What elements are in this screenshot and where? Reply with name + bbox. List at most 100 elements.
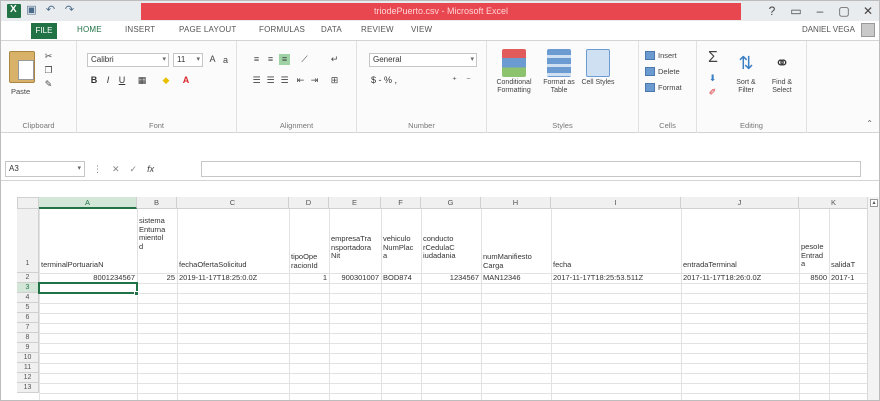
- save-icon[interactable]: ▣: [25, 4, 38, 17]
- row-header-6[interactable]: 6: [17, 313, 39, 323]
- cell-g2[interactable]: 1234567: [423, 274, 479, 283]
- cell-f2[interactable]: BOD874: [383, 274, 419, 283]
- font-name-select[interactable]: Calibri ▾: [87, 53, 169, 67]
- clear-icon[interactable]: ✐: [707, 87, 718, 98]
- font-color-icon[interactable]: A: [181, 75, 191, 85]
- cancel-icon[interactable]: ✕: [112, 161, 120, 177]
- cell-e2[interactable]: 900301007: [331, 274, 379, 283]
- paste-button-label[interactable]: Paste: [11, 87, 30, 96]
- row-header-13[interactable]: 13: [17, 383, 39, 393]
- avatar[interactable]: [861, 23, 875, 37]
- cell-d2[interactable]: 1: [291, 274, 327, 283]
- tab-file[interactable]: FILE: [31, 23, 57, 39]
- column-header-f[interactable]: F: [381, 197, 421, 209]
- header-cell-f1[interactable]: vehiculo NumPlac a: [383, 235, 419, 261]
- conditional-formatting-button[interactable]: Conditional Formatting: [491, 49, 537, 95]
- fill-icon[interactable]: ⬇: [707, 73, 718, 84]
- column-header-c[interactable]: C: [177, 197, 289, 209]
- user-name[interactable]: DANIEL VEGA: [802, 25, 855, 34]
- wrap-text-icon[interactable]: ↵: [329, 54, 340, 65]
- fill-color-icon[interactable]: ◆: [161, 75, 171, 86]
- tab-page-layout[interactable]: PAGE LAYOUT: [179, 25, 236, 34]
- cell-h2[interactable]: MAN12346: [483, 274, 549, 283]
- help-icon[interactable]: ?: [765, 2, 779, 20]
- increase-indent-icon[interactable]: ⇥: [309, 75, 320, 86]
- underline-icon[interactable]: U: [117, 75, 127, 85]
- scroll-up-icon[interactable]: ▴: [870, 199, 878, 207]
- close-icon[interactable]: ✕: [861, 2, 875, 20]
- font-size-select[interactable]: 11 ▾: [173, 53, 203, 67]
- decrease-decimal-icon[interactable]: ⁻: [463, 75, 474, 86]
- tab-home[interactable]: HOME: [77, 25, 102, 34]
- name-box[interactable]: A3 ▾: [5, 161, 85, 177]
- column-header-j[interactable]: J: [681, 197, 799, 209]
- sort-filter-button[interactable]: ⇅ Sort & Filter: [729, 49, 763, 95]
- selected-cell-a3[interactable]: [38, 282, 138, 294]
- header-cell-g1[interactable]: conducto rCedulaC iudadania: [423, 235, 479, 261]
- header-cell-a1[interactable]: terminalPortuariaN: [41, 261, 135, 270]
- insert-cells-button[interactable]: Insert: [645, 51, 677, 60]
- tab-formulas[interactable]: FORMULAS: [259, 25, 305, 34]
- minimize-icon[interactable]: –: [813, 2, 827, 20]
- cell-j2[interactable]: 2017-11-17T18:26:0.0Z: [683, 274, 797, 283]
- row-header-9[interactable]: 9: [17, 343, 39, 353]
- row-header-2[interactable]: 2: [17, 273, 39, 283]
- tab-insert[interactable]: INSERT: [125, 25, 155, 34]
- row-header-11[interactable]: 11: [17, 363, 39, 373]
- italic-icon[interactable]: I: [103, 75, 113, 85]
- cell-l2[interactable]: 2017-1: [831, 274, 865, 283]
- column-header-d[interactable]: D: [289, 197, 329, 209]
- row-header-8[interactable]: 8: [17, 333, 39, 343]
- decrease-indent-icon[interactable]: ⇤: [295, 75, 306, 86]
- column-header-k[interactable]: K: [799, 197, 869, 209]
- row-header-1[interactable]: 1: [17, 209, 39, 273]
- cell-c2[interactable]: 2019-11-17T18:25:0.0Z: [179, 274, 287, 283]
- formula-input[interactable]: [201, 161, 861, 177]
- row-header-12[interactable]: 12: [17, 373, 39, 383]
- format-as-table-button[interactable]: Format as Table: [539, 49, 579, 95]
- increase-decimal-icon[interactable]: ⁺: [449, 75, 460, 86]
- delete-cells-button[interactable]: Delete: [645, 67, 680, 76]
- header-cell-b1[interactable]: sistema Enturna mientol d: [139, 217, 175, 251]
- bold-icon[interactable]: B: [89, 75, 99, 85]
- fill-handle[interactable]: [134, 291, 139, 296]
- merge-center-icon[interactable]: ⊞: [329, 75, 340, 86]
- borders-icon[interactable]: ▦: [137, 75, 147, 86]
- find-select-button[interactable]: ⚭ Find & Select: [765, 49, 799, 95]
- column-header-h[interactable]: H: [481, 197, 551, 209]
- undo-icon[interactable]: ↶: [44, 4, 57, 17]
- header-cell-l1[interactable]: salidaT: [831, 261, 865, 270]
- align-bottom-icon[interactable]: ≡: [279, 54, 290, 65]
- row-header-3[interactable]: 3: [17, 283, 39, 293]
- number-format-select[interactable]: General ▾: [369, 53, 477, 67]
- align-right-icon[interactable]: ☰: [279, 75, 290, 86]
- cut-icon[interactable]: ✂: [43, 51, 54, 62]
- row-header-10[interactable]: 10: [17, 353, 39, 363]
- align-left-icon[interactable]: ☰: [251, 75, 262, 86]
- paste-icon[interactable]: [9, 51, 35, 83]
- tab-review[interactable]: REVIEW: [361, 25, 394, 34]
- cell-k2[interactable]: 8500: [801, 274, 827, 283]
- insert-function-icon[interactable]: fx: [147, 161, 154, 177]
- cell-b2[interactable]: 25: [139, 274, 175, 283]
- tab-data[interactable]: DATA: [321, 25, 342, 34]
- select-all-corner[interactable]: [17, 197, 39, 209]
- grow-font-icon[interactable]: A: [207, 54, 218, 65]
- row-header-4[interactable]: 4: [17, 293, 39, 303]
- align-center-icon[interactable]: ☰: [265, 75, 276, 86]
- shrink-font-icon[interactable]: a: [220, 55, 231, 66]
- header-cell-j1[interactable]: entradaTerminal: [683, 261, 797, 270]
- column-header-g[interactable]: G: [421, 197, 481, 209]
- orientation-icon[interactable]: ⟋: [299, 54, 310, 65]
- header-cell-d1[interactable]: tipoOpe racionId: [291, 253, 327, 270]
- maximize-icon[interactable]: ▢: [837, 2, 851, 20]
- vertical-scrollbar[interactable]: ▴: [867, 197, 879, 400]
- column-header-e[interactable]: E: [329, 197, 381, 209]
- header-cell-e1[interactable]: empresaTra nsportadora Nit: [331, 235, 381, 261]
- number-symbols[interactable]: $ - % ,: [371, 75, 431, 85]
- cell-styles-button[interactable]: Cell Styles: [581, 49, 615, 87]
- redo-icon[interactable]: ↷: [63, 4, 76, 17]
- tab-view[interactable]: VIEW: [411, 25, 432, 34]
- ribbon-display-icon[interactable]: ▭: [789, 2, 803, 20]
- align-middle-icon[interactable]: ≡: [265, 54, 276, 65]
